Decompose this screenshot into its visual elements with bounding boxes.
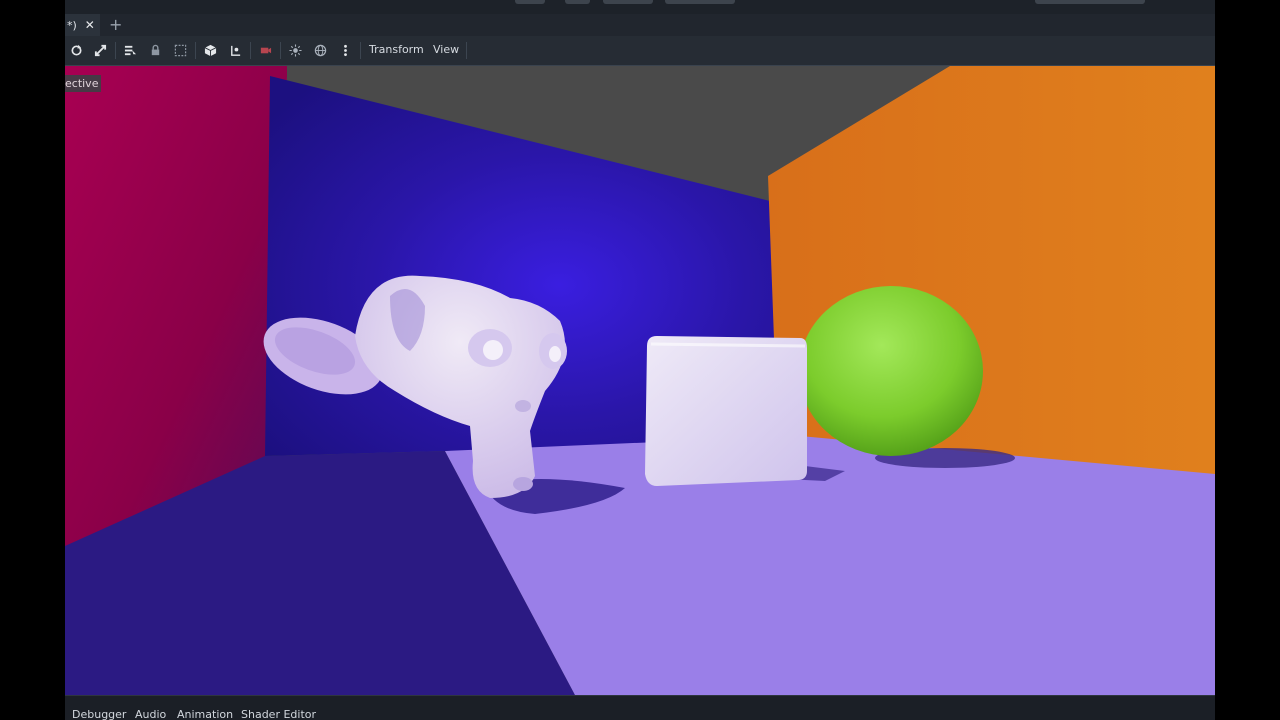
bottom-panel-tabs: Debugger Audio Animation Shader Editor — [65, 695, 1215, 720]
run-controls[interactable] — [1035, 0, 1145, 4]
rotate-icon[interactable] — [68, 42, 84, 58]
toolbar-separator — [466, 42, 467, 59]
godot-editor-window: *) ✕ + Transform View ective Debugger Au… — [65, 0, 1215, 720]
top-main-menu-strip — [65, 0, 1215, 14]
white-cube — [645, 336, 807, 486]
snap-icon[interactable] — [202, 42, 218, 58]
scale-icon[interactable] — [92, 42, 108, 58]
mode-assetlib-button[interactable] — [665, 0, 735, 4]
scene-tab-bar: *) ✕ + — [65, 14, 1215, 36]
toolbar-separator — [115, 42, 116, 59]
sun-icon[interactable] — [287, 42, 303, 58]
scene-render — [65, 66, 1215, 695]
more-options-icon[interactable] — [337, 42, 353, 58]
tab-debugger[interactable]: Debugger — [72, 708, 126, 720]
local-space-icon[interactable] — [227, 42, 243, 58]
tab-animation[interactable]: Animation — [177, 708, 233, 720]
green-sphere — [799, 286, 983, 456]
tab-audio[interactable]: Audio — [135, 708, 166, 720]
lock-icon[interactable] — [147, 42, 163, 58]
add-tab-icon[interactable]: + — [109, 15, 122, 35]
toolbar-separator — [280, 42, 281, 59]
toolbar-separator — [360, 42, 361, 59]
view-menu[interactable]: View — [433, 43, 459, 56]
scene-tab[interactable]: *) ✕ — [65, 14, 100, 36]
camera-icon[interactable] — [257, 42, 273, 58]
close-icon[interactable]: ✕ — [85, 18, 95, 32]
toolbar-separator — [250, 42, 251, 59]
viewport-toolbar: Transform View — [65, 36, 1215, 66]
environment-icon[interactable] — [312, 42, 328, 58]
mode-2d-button[interactable] — [515, 0, 545, 4]
mode-3d-button[interactable] — [565, 0, 590, 4]
scene-tab-label: *) — [67, 18, 77, 32]
3d-viewport[interactable]: ective — [65, 66, 1215, 695]
toolbar-separator — [195, 42, 196, 59]
perspective-menu[interactable]: ective — [65, 75, 102, 92]
tab-shader-editor[interactable]: Shader Editor — [241, 708, 316, 720]
mode-script-button[interactable] — [603, 0, 653, 4]
transform-menu[interactable]: Transform — [369, 43, 424, 56]
group-icon[interactable] — [172, 42, 188, 58]
list-select-icon[interactable] — [122, 42, 138, 58]
